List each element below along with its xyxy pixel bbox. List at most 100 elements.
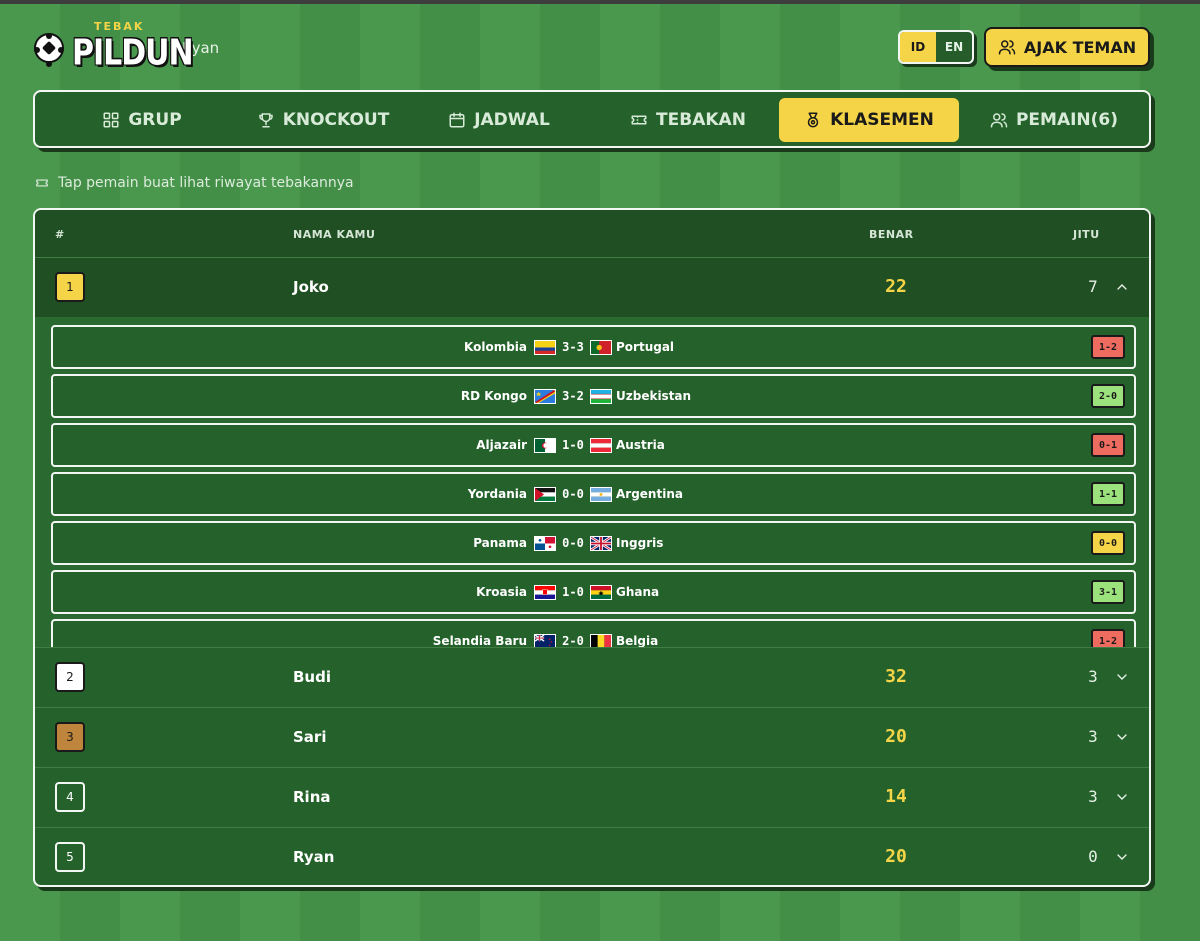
chevron-up-icon[interactable]	[1114, 279, 1130, 295]
flag-austria-icon	[590, 438, 612, 453]
flag-belgium-icon	[590, 634, 612, 647]
home-team: Selandia Baru	[432, 634, 527, 647]
flag-ghana-icon	[590, 585, 612, 600]
jitu-value: 3	[1088, 667, 1098, 686]
home-team: Panama	[473, 536, 527, 550]
flag-argentina-icon	[590, 487, 612, 502]
away-team: Belgia	[616, 634, 659, 647]
chevron-down-icon[interactable]	[1114, 669, 1130, 685]
flag-uzbekistan-icon	[590, 389, 612, 404]
flag-portugal-icon	[590, 340, 612, 355]
prediction-badge: 1-2	[1091, 335, 1125, 359]
away-team: Inggris	[616, 536, 664, 550]
rank-badge: 4	[55, 782, 85, 812]
match-card: Yordania 0-0 Argentina 1-1	[51, 472, 1136, 516]
logo[interactable]: TEBAK PILDUN Ryan	[34, 20, 219, 76]
col-rank-header: #	[55, 228, 65, 241]
tab-pemain[interactable]: PEMAIN(6)	[979, 98, 1129, 142]
player-name: Ryan	[293, 848, 335, 866]
home-team: Yordania	[467, 487, 527, 501]
tab-klasemen-label: KLASEMEN	[830, 110, 934, 130]
benar-value: 32	[885, 666, 907, 687]
col-jitu-header: JITU	[1073, 228, 1100, 241]
benar-value: 20	[885, 726, 907, 747]
tab-grup[interactable]: GRUP	[61, 98, 223, 142]
invite-friends-label: AJAK TEMAN	[1023, 37, 1137, 57]
grid-icon	[103, 112, 119, 128]
prediction-badge: 1-1	[1091, 482, 1125, 506]
player-name: Joko	[293, 278, 329, 296]
tab-klasemen[interactable]: KLASEMEN	[779, 98, 959, 142]
language-switch: ID EN	[898, 30, 974, 64]
home-team: RD Kongo	[460, 389, 527, 403]
chevron-down-icon[interactable]	[1114, 849, 1130, 865]
match-card: RD Kongo 3-2 Uzbekistan 2-0	[51, 374, 1136, 418]
benar-value: 20	[885, 846, 907, 867]
table-row[interactable]: 2 Budi 32 3	[35, 647, 1149, 707]
table-row[interactable]: 1 Joko 22 7	[35, 257, 1149, 317]
home-team: Aljazair	[476, 438, 527, 452]
match-score: 2-0	[562, 634, 584, 647]
lang-id-button[interactable]: ID	[900, 32, 936, 62]
logo-wordmark: TEBAK PILDUN	[72, 20, 194, 76]
player-name: Budi	[293, 668, 331, 686]
hint-text-row: Tap pemain buat lihat riwayat tebakannya	[34, 174, 354, 192]
tab-jadwal-label: JADWAL	[474, 110, 550, 130]
lang-en-button[interactable]: EN	[936, 32, 972, 62]
prediction-badge: 3-1	[1091, 580, 1125, 604]
jitu-value: 7	[1088, 277, 1098, 296]
chevron-down-icon[interactable]	[1114, 729, 1130, 745]
match-card: Kroasia 1-0 Ghana 3-1	[51, 570, 1136, 614]
invite-friends-button[interactable]: AJAK TEMAN	[984, 27, 1150, 67]
hint-text: Tap pemain buat lihat riwayat tebakannya	[58, 175, 354, 191]
rank-badge: 5	[55, 842, 85, 872]
match-score: 0-0	[562, 536, 584, 550]
prediction-badge: 1-2	[1091, 629, 1125, 647]
rank-badge: 1	[55, 272, 85, 302]
ticket-icon	[631, 115, 647, 125]
jitu-value: 3	[1088, 727, 1098, 746]
prediction-badge: 0-0	[1091, 531, 1125, 555]
flag-new-zealand-icon	[534, 634, 556, 647]
soccer-ball-icon	[34, 33, 64, 63]
tab-pemain-label: PEMAIN(6)	[1015, 110, 1119, 130]
away-team: Austria	[616, 438, 665, 452]
trophy-icon	[258, 113, 273, 128]
table-row[interactable]: 3 Sari 20 3	[35, 707, 1149, 767]
match-score: 1-0	[562, 585, 584, 599]
player-name: Rina	[293, 788, 331, 806]
window-top-edge	[0, 0, 1200, 4]
users-icon	[990, 113, 1008, 128]
match-score: 3-3	[562, 340, 584, 354]
tab-knockout-label: KNOCKOUT	[282, 110, 390, 130]
flag-colombia-icon	[534, 340, 556, 355]
prediction-badge: 0-1	[1091, 433, 1125, 457]
tab-tebakan[interactable]: TEBAKAN	[609, 98, 767, 142]
tab-jadwal[interactable]: JADWAL	[427, 98, 571, 142]
flag-panama-icon	[534, 536, 556, 551]
away-team: Portugal	[616, 340, 675, 354]
leaderboard-table: # NAMA KAMU BENAR JITU 1 Joko 22 7 Kolom…	[33, 208, 1151, 887]
prediction-history[interactable]: Kolombia 3-3 Portugal 1-2 RD Kongo 3-2 U…	[35, 317, 1149, 647]
ticket-icon	[36, 179, 48, 187]
chevron-down-icon[interactable]	[1114, 789, 1130, 805]
away-team: Argentina	[616, 487, 683, 501]
match-card: Panama 0-0 Inggris 0-0	[51, 521, 1136, 565]
table-row[interactable]: 5 Ryan 20 0	[35, 827, 1149, 885]
table-row[interactable]: 4 Rina 14 3	[35, 767, 1149, 827]
jitu-value: 3	[1088, 787, 1098, 806]
medal-icon	[807, 112, 819, 128]
away-team: Ghana	[616, 585, 660, 599]
flag-england-uk-icon	[590, 536, 612, 551]
match-card: Kolombia 3-3 Portugal 1-2	[51, 325, 1136, 369]
home-team: Kolombia	[464, 340, 527, 354]
user-plus-icon	[998, 40, 1016, 55]
flag-croatia-icon	[534, 585, 556, 600]
prediction-badge: 2-0	[1091, 384, 1125, 408]
rank-badge: 3	[55, 722, 85, 752]
table-header: # NAMA KAMU BENAR JITU	[35, 210, 1149, 257]
match-card: Aljazair 1-0 Austria 0-1	[51, 423, 1136, 467]
tab-knockout[interactable]: KNOCKOUT	[235, 98, 411, 142]
header: TEBAK PILDUN Ryan ID EN AJAK TEMAN	[34, 20, 1150, 76]
match-score: 0-0	[562, 487, 584, 501]
